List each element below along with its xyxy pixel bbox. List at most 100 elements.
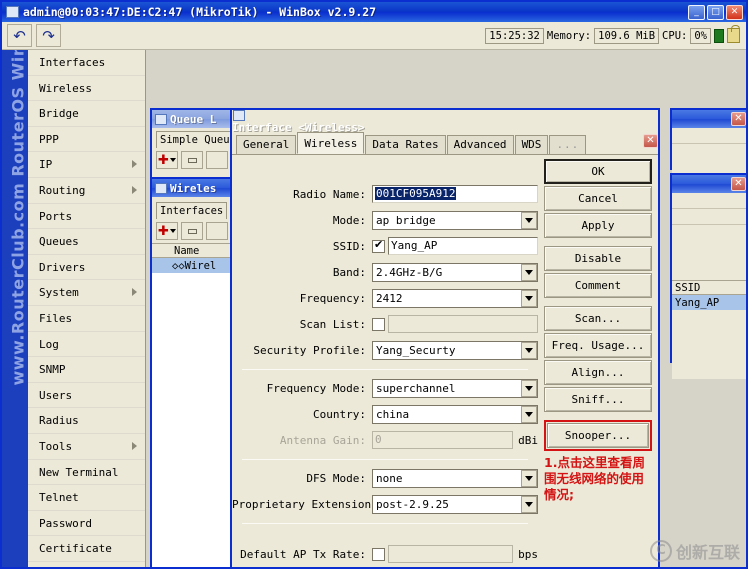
add-button[interactable]: ✚ — [156, 151, 178, 169]
background-window-top[interactable]: ✕ — [670, 108, 746, 186]
column-header-ssid[interactable]: SSID — [672, 282, 724, 294]
ssid-input[interactable]: Yang_AP — [388, 237, 538, 255]
close-icon[interactable]: ✕ — [731, 112, 746, 126]
tab-interfaces[interactable]: Interfaces — [156, 202, 228, 219]
proprietary-select[interactable]: post-2.9.25 — [372, 494, 538, 514]
divider — [242, 459, 528, 460]
tab-more[interactable]: ... — [549, 135, 587, 154]
chevron-down-icon[interactable] — [521, 289, 537, 307]
winbox-app: admin@00:03:47:DE:C2:47 (MikroTik) - Win… — [0, 0, 748, 569]
chevron-down-icon[interactable] — [521, 263, 537, 281]
table-row[interactable]: Yang_AP — [672, 295, 746, 310]
undo-icon[interactable]: ↶ — [7, 24, 32, 47]
align-button[interactable]: Align... — [544, 360, 652, 385]
dfs-mode-select[interactable]: none — [372, 468, 538, 488]
sidebar-item-routing[interactable]: Routing — [28, 178, 145, 204]
tab-data-rates[interactable]: Data Rates — [365, 135, 446, 154]
sidebar-item-new-terminal[interactable]: New Terminal — [28, 460, 145, 486]
tab-advanced[interactable]: Advanced — [446, 135, 514, 154]
clock-display: 15:25:32 — [485, 27, 544, 44]
chevron-down-icon[interactable] — [521, 469, 537, 487]
plus-icon: ✚ — [158, 223, 169, 239]
remove-button[interactable] — [181, 151, 203, 169]
mode-value: ap bridge — [376, 213, 436, 227]
sidebar-item-wireless[interactable]: Wireless — [28, 76, 145, 102]
snooper-button[interactable]: Snooper... — [547, 423, 649, 448]
chevron-down-icon[interactable] — [521, 495, 537, 513]
sidebar-item-drivers[interactable]: Drivers — [28, 255, 145, 281]
tab-general[interactable]: General — [236, 135, 297, 154]
sidebar-item-certificate[interactable]: Certificate — [28, 536, 145, 562]
antenna-gain-label: Antenna Gain: — [279, 433, 366, 447]
dialog-body: General Wireless Data Rates Advanced WDS… — [232, 132, 658, 567]
sidebar-item-ports[interactable]: Ports — [28, 204, 145, 230]
tab-wds[interactable]: WDS — [514, 135, 549, 154]
sniff-button[interactable]: Sniff... — [544, 387, 652, 412]
chevron-down-icon[interactable] — [521, 211, 537, 229]
divider — [242, 523, 528, 524]
background-window-ssid[interactable]: ✕ SSID Yang_AP — [670, 173, 746, 379]
sidebar-item-snmp[interactable]: SNMP — [28, 357, 145, 383]
enable-button[interactable] — [206, 222, 228, 240]
sidebar-item-ppp[interactable]: PPP — [28, 127, 145, 153]
sidebar-item-files[interactable]: Files — [28, 306, 145, 332]
chevron-down-icon[interactable] — [521, 379, 537, 397]
frequency-mode-label: Frequency Mode: — [266, 381, 366, 395]
sidebar-item-telnet[interactable]: Telnet — [28, 485, 145, 511]
field-scan-list: Scan List: — [232, 311, 538, 337]
cancel-button[interactable]: Cancel — [544, 186, 652, 211]
comment-button[interactable]: Comment — [544, 273, 652, 298]
frequency-value: 2412 — [376, 291, 403, 305]
sidebar-item-label: Bridge — [39, 107, 79, 121]
sidebar-item-radius[interactable]: Radius — [28, 408, 145, 434]
band-select[interactable]: 2.4GHz-B/G — [372, 262, 538, 282]
scan-button[interactable]: Scan... — [544, 306, 652, 331]
sidebar-item-queues[interactable]: Queues — [28, 229, 145, 255]
sidebar-item-system[interactable]: System — [28, 280, 145, 306]
tab-wireless[interactable]: Wireless — [297, 132, 365, 154]
ap-tx-input[interactable] — [388, 545, 514, 563]
enable-button[interactable] — [206, 151, 228, 169]
minimize-button[interactable]: _ — [688, 4, 705, 20]
add-button[interactable]: ✚ — [156, 222, 178, 240]
bgwin2-toolbar2 — [672, 209, 746, 225]
mode-select[interactable]: ap bridge — [372, 210, 538, 230]
field-proprietary-extensions: Proprietary Extensions: post-2.9.25 — [232, 491, 538, 517]
sidebar-item-interfaces[interactable]: Interfaces — [28, 50, 145, 76]
sidebar-item-make-supout[interactable]: Make Supout.rif — [28, 562, 145, 567]
country-select[interactable]: china — [372, 404, 538, 424]
remove-button[interactable] — [181, 222, 203, 240]
disable-button[interactable]: Disable — [544, 246, 652, 271]
chevron-down-icon[interactable] — [521, 341, 537, 359]
redo-icon[interactable]: ↷ — [36, 24, 61, 47]
maximize-button[interactable]: □ — [707, 4, 724, 20]
interface-wireless-dialog[interactable]: Interface <Wireless> ✕ General Wireless … — [230, 108, 660, 567]
window-icon — [6, 6, 19, 18]
freq-usage-button[interactable]: Freq. Usage... — [544, 333, 652, 358]
apply-button[interactable]: Apply — [544, 213, 652, 238]
sidebar-item-bridge[interactable]: Bridge — [28, 101, 145, 127]
chevron-down-icon[interactable] — [521, 405, 537, 423]
security-profile-select[interactable]: Yang_Securty — [372, 340, 538, 360]
frequency-mode-select[interactable]: superchannel — [372, 378, 538, 398]
ap-tx-unit: bps — [518, 547, 538, 561]
close-icon[interactable]: ✕ — [731, 177, 746, 191]
sidebar-item-users[interactable]: Users — [28, 383, 145, 409]
close-button[interactable]: ✕ — [726, 4, 743, 20]
sidebar-item-ip[interactable]: IP — [28, 152, 145, 178]
scan-list-checkbox[interactable] — [372, 317, 385, 331]
ap-tx-checkbox[interactable] — [372, 547, 385, 561]
tab-simple-queues[interactable]: Simple Queu — [156, 131, 234, 148]
sidebar-item-log[interactable]: Log — [28, 332, 145, 358]
sidebar-item-password[interactable]: Password — [28, 511, 145, 537]
ok-button[interactable]: OK — [544, 159, 652, 184]
sidebar-item-label: Log — [39, 337, 59, 351]
plus-icon: ✚ — [158, 152, 169, 168]
scan-list-input[interactable] — [388, 315, 538, 333]
column-header-row: SSID — [672, 280, 746, 295]
queue-title: Queue L — [170, 112, 217, 126]
frequency-select[interactable]: 2412 — [372, 288, 538, 308]
ssid-checkbox[interactable] — [372, 238, 385, 253]
sidebar-item-tools[interactable]: Tools — [28, 434, 145, 460]
radio-name-input[interactable]: 001CF095A912 — [372, 185, 538, 203]
